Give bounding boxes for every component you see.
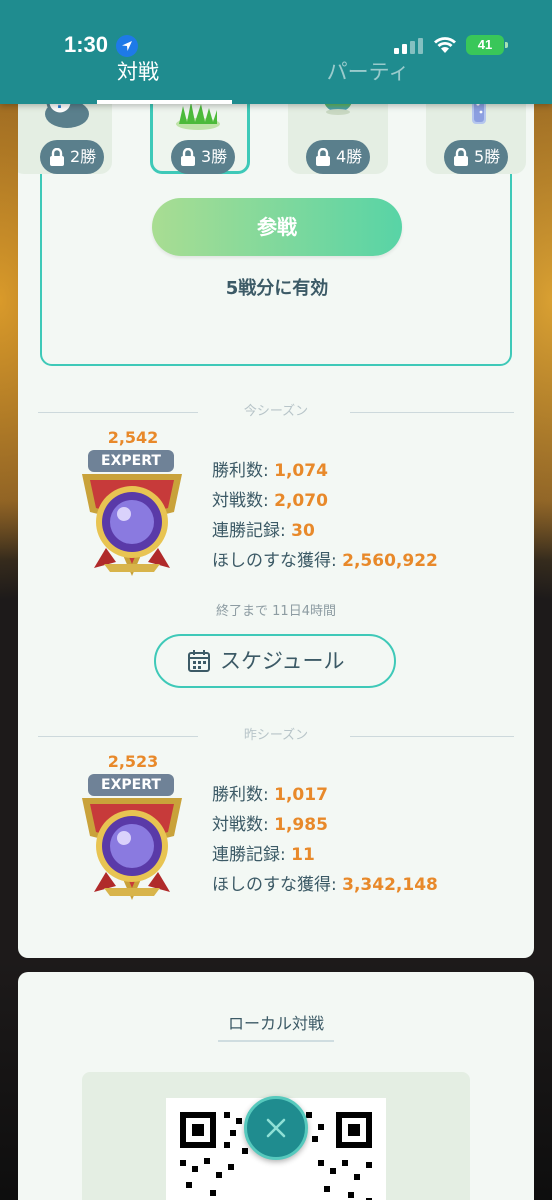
battle-league-card: ? 2勝 ? 3勝 bbox=[18, 90, 534, 958]
previous-season-label: 昨シーズン bbox=[243, 728, 309, 743]
stat-win-streak: 連勝記録: 11 bbox=[212, 845, 315, 865]
location-arrow-icon bbox=[116, 35, 138, 57]
status-time: 1:30 bbox=[64, 32, 109, 57]
schedule-button-label: スケジュール bbox=[220, 649, 345, 673]
current-season-label: 今シーズン bbox=[243, 404, 309, 419]
battery-indicator: 41 bbox=[466, 35, 508, 55]
tab-party[interactable]: パーティ bbox=[230, 58, 506, 86]
locked-badge: 3勝 bbox=[171, 140, 235, 174]
rewards-panel: ? 2勝 ? 3勝 bbox=[18, 90, 526, 366]
stat-stardust: ほしのすな獲得: 2,560,922 bbox=[212, 551, 438, 571]
cellular-signal-icon bbox=[394, 38, 423, 54]
locked-badge: 5勝 bbox=[444, 140, 508, 174]
stat-battles: 対戦数: 2,070 bbox=[212, 491, 328, 511]
previous-season-divider: 昨シーズン bbox=[38, 726, 514, 746]
reward-wins-label: 4勝 bbox=[336, 147, 363, 166]
reward-wins-label: 5勝 bbox=[474, 147, 501, 166]
stat-battles: 対戦数: 1,985 bbox=[212, 815, 328, 835]
previous-season-section: 2,523 EXPERT 勝利数: 1,017 対戦数: 1,985 連勝記録:… bbox=[18, 752, 534, 932]
stat-wins: 勝利数: 1,017 bbox=[212, 785, 328, 805]
top-bar: 1:30 41 対戦 パーティ bbox=[0, 0, 552, 104]
lock-icon bbox=[50, 148, 64, 166]
wifi-icon bbox=[434, 37, 456, 53]
lock-icon bbox=[181, 148, 195, 166]
lock-icon bbox=[454, 148, 468, 166]
join-battle-button[interactable]: 参戦 bbox=[152, 198, 402, 256]
season-stats: 勝利数: 1,017 対戦数: 1,985 連勝記録: 11 ほしのすな獲得: … bbox=[212, 780, 438, 900]
lock-icon bbox=[316, 148, 330, 166]
expert-medal-icon bbox=[82, 474, 182, 576]
schedule-button[interactable]: スケジュール bbox=[154, 634, 396, 688]
stat-win-streak: 連勝記録: 30 bbox=[212, 521, 315, 541]
close-button[interactable] bbox=[244, 1096, 308, 1160]
tab-bar: 対戦 パーティ bbox=[0, 58, 552, 104]
stat-wins: 勝利数: 1,074 bbox=[212, 461, 328, 481]
season-rating: 2,542 bbox=[107, 428, 159, 447]
calendar-icon bbox=[188, 650, 210, 672]
active-tab-indicator bbox=[97, 100, 232, 104]
locked-badge: 2勝 bbox=[40, 140, 104, 174]
local-battle-title: ローカル対戦 bbox=[227, 1014, 324, 1033]
season-ends-countdown: 終了まで 11日4時間 bbox=[216, 604, 336, 619]
locked-badge: 4勝 bbox=[306, 140, 370, 174]
reward-wins-label: 3勝 bbox=[201, 147, 228, 166]
current-season-divider: 今シーズン bbox=[38, 402, 514, 422]
reward-wins-label: 2勝 bbox=[70, 147, 97, 166]
stat-stardust: ほしのすな獲得: 3,342,148 bbox=[212, 875, 438, 895]
current-season-section: 2,542 EXPERT 勝利数: 1,074 対戦数: 2,070 連勝記録:… bbox=[18, 428, 534, 608]
local-battle-card: ローカル対戦 bbox=[18, 972, 534, 1200]
expert-medal-icon bbox=[82, 798, 182, 900]
valid-sets-text: 5戦分に有効 bbox=[225, 278, 329, 299]
season-rating: 2,523 bbox=[107, 752, 159, 771]
season-stats: 勝利数: 1,074 対戦数: 2,070 連勝記録: 30 ほしのすな獲得: … bbox=[212, 456, 438, 576]
close-icon bbox=[266, 1118, 286, 1138]
